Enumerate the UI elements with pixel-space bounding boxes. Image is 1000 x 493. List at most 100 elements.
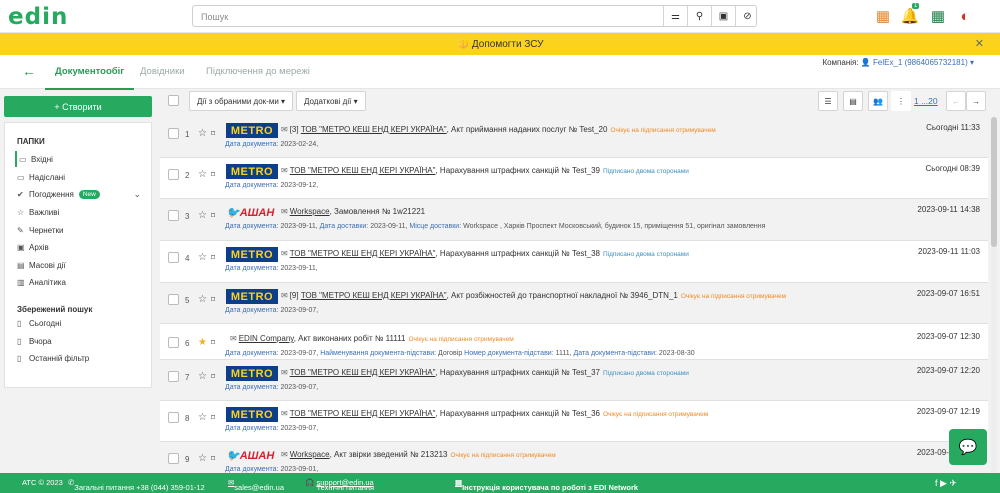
star-icon[interactable]: ★ xyxy=(198,337,207,348)
next-page-icon[interactable]: → xyxy=(966,91,986,111)
star-icon[interactable]: ☆ xyxy=(198,252,207,263)
document-title[interactable]: ✉ ТОВ "МЕТРО КЕШ ЕНД КЕРІ УКРАЇНА", Нарах… xyxy=(281,166,689,175)
apps-grid-icon[interactable]: ▦ xyxy=(928,6,948,26)
bookmark-icon[interactable]: ⌑ xyxy=(211,372,215,381)
bell-icon[interactable]: 🔔 xyxy=(900,6,920,26)
filter-sliders-icon[interactable]: ⚌ xyxy=(663,6,687,26)
document-title[interactable]: ✉ ТОВ "МЕТРО КЕШ ЕНД КЕРІ УКРАЇНА", Нарах… xyxy=(281,409,708,418)
saved-search-heading: Збережений пошук xyxy=(17,305,93,314)
document-title[interactable]: ✉ ТОВ "МЕТРО КЕШ ЕНД КЕРІ УКРАЇНА", Нарах… xyxy=(281,368,689,377)
auchan-logo: 🐦АШАН xyxy=(226,450,275,462)
table-row[interactable]: 6 ★ ⌑ ✉ EDIN Company, Акт виконаних робіт № … xyxy=(160,324,988,360)
save-search-icon[interactable]: ▣ xyxy=(711,6,735,26)
star-icon[interactable]: ☆ xyxy=(198,453,207,464)
chat-button[interactable]: 💬 xyxy=(949,429,987,465)
sidebar-item-archive[interactable]: ▣ Архів xyxy=(17,239,147,255)
row-checkbox[interactable] xyxy=(168,453,179,464)
calendar-icon[interactable]: ▦ xyxy=(873,6,893,26)
extra-actions-dropdown[interactable]: Додаткові дії ▾ xyxy=(296,91,366,111)
star-icon[interactable]: ☆ xyxy=(198,412,207,423)
sales-email[interactable]: ✉ sales@edin.ua xyxy=(228,478,284,492)
search-input[interactable]: Пошук xyxy=(201,12,228,22)
star-icon[interactable]: ☆ xyxy=(198,294,207,305)
scrollbar[interactable] xyxy=(991,117,997,473)
bookmark-icon[interactable]: ⌑ xyxy=(211,211,215,220)
table-row[interactable]: 4 ☆ ⌑ METRO ✉ ТОВ "МЕТРО КЕШ ЕНД КЕРІ УКРАЇНА… xyxy=(160,241,988,283)
sidebar-item-important[interactable]: ☆ Важливі xyxy=(17,204,147,220)
row-checkbox[interactable] xyxy=(168,210,179,221)
star-icon[interactable]: ☆ xyxy=(198,371,207,382)
document-title[interactable]: ✉ [9] ТОВ "МЕТРО КЕШ ЕНД КЕРІ УКРАЇНА", А… xyxy=(281,291,786,300)
table-row[interactable]: 1 ☆ ⌑ METRO ✉ [3] ТОВ "МЕТРО КЕШ ЕНД КЕРІ УКР… xyxy=(160,117,988,158)
bookmark-icon[interactable]: ⌑ xyxy=(211,170,215,179)
table-row[interactable]: 9 ☆ ⌑ 🐦АШАН ✉ Workspace, Акт звірки зведений … xyxy=(160,442,988,473)
more-icon[interactable]: ⋮ xyxy=(891,91,911,111)
tab-documents[interactable]: Документообіг xyxy=(44,66,135,90)
user-avatar-icon[interactable]: ◐ xyxy=(955,6,975,26)
select-all-checkbox[interactable] xyxy=(168,95,179,106)
document-date: Сьогодні 11:33 xyxy=(926,123,980,132)
social-icons[interactable]: f ▶ ✈ xyxy=(935,478,957,489)
sidebar-item-sent[interactable]: ▭ Надіслані xyxy=(17,169,147,185)
saved-today[interactable]: ▯ Сьогодні xyxy=(17,315,147,331)
row-checkbox[interactable] xyxy=(168,169,179,180)
selected-actions-dropdown[interactable]: Дії з обраними док-ми ▾ xyxy=(189,91,294,111)
bookmark-icon[interactable]: ⌑ xyxy=(211,295,215,304)
sidebar-item-inbox[interactable]: ▭ Вхідні xyxy=(15,151,145,167)
tab-network[interactable]: Підключення до мережі xyxy=(206,66,310,77)
saved-yesterday[interactable]: ▯ Вчора xyxy=(17,333,147,349)
sidebar-item-analytics[interactable]: ▥ Аналітика xyxy=(17,274,147,290)
document-title[interactable]: ✉ EDIN Company, Акт виконаних робіт № 111… xyxy=(230,334,514,343)
row-checkbox[interactable] xyxy=(168,294,179,305)
document-title[interactable]: ✉ [3] ТОВ "МЕТРО КЕШ ЕНД КЕРІ УКРАЇНА", А… xyxy=(281,125,716,134)
list-view-icon[interactable]: ☰ xyxy=(818,91,838,111)
document-date: 2023-09-07 16:51 xyxy=(916,289,980,298)
sidebar-item-approval[interactable]: ✔ Погодження New ⌄ xyxy=(17,186,147,202)
row-checkbox[interactable] xyxy=(168,252,179,263)
document-meta: Дата документа: 2023-09-12, xyxy=(225,182,319,189)
document-title[interactable]: ✉ Workspace, Акт звірки зведений № 213213… xyxy=(281,450,556,459)
saved-last-filter[interactable]: ▯ Останній фільтр xyxy=(17,350,147,366)
bookmark-icon[interactable]: ⌑ xyxy=(211,413,215,422)
notification-badge: 1 xyxy=(912,3,920,9)
document-title[interactable]: ✉ ТОВ "МЕТРО КЕШ ЕНД КЕРІ УКРАЇНА", Нарах… xyxy=(281,249,689,258)
table-row[interactable]: 5 ☆ ⌑ METRO ✉ [9] ТОВ "МЕТРО КЕШ ЕНД КЕРІ УКР… xyxy=(160,283,988,324)
row-checkbox[interactable] xyxy=(168,337,179,348)
table-row[interactable]: 3 ☆ ⌑ 🐦АШАН ✉ Workspace, Замовлення № 1w21221… xyxy=(160,199,988,241)
row-checkbox[interactable] xyxy=(168,128,179,139)
star-icon[interactable]: ☆ xyxy=(198,128,207,139)
sidebar-item-bulk[interactable]: ▤ Масові дії xyxy=(17,257,147,273)
support-banner[interactable]: 🔱 Допомогти ЗСУ ✕ xyxy=(0,33,1000,55)
close-icon[interactable]: ✕ xyxy=(975,37,984,50)
document-title[interactable]: ✉ Workspace, Замовлення № 1w21221 xyxy=(281,207,425,216)
table-row[interactable]: 7 ☆ ⌑ METRO ✉ ТОВ "МЕТРО КЕШ ЕНД КЕРІ УКРАЇНА… xyxy=(160,360,988,401)
bookmark-icon[interactable]: ⌑ xyxy=(211,338,215,347)
users-icon[interactable]: 👥 xyxy=(868,91,888,111)
edin-logo[interactable]: edin xyxy=(8,4,68,30)
scrollbar-thumb[interactable] xyxy=(991,117,997,247)
row-checkbox[interactable] xyxy=(168,371,179,382)
bookmark-icon[interactable]: ⌑ xyxy=(211,129,215,138)
company-selector[interactable]: Компанія: 👤 FelEx_1 (9864065732181) ▾ xyxy=(822,58,974,67)
export-icon[interactable]: ▤ xyxy=(843,91,863,111)
search-box[interactable]: Пошук ⚌ ⚲ ▣ ⊘ xyxy=(192,5,757,27)
user-manual-link[interactable]: ▤ Інструкція користувача по роботі з EDI… xyxy=(455,478,638,492)
search-icon[interactable]: ⚲ xyxy=(687,6,711,26)
table-row[interactable]: 8 ☆ ⌑ METRO ✉ ТОВ "МЕТРО КЕШ ЕНД КЕРІ УКРАЇНА… xyxy=(160,401,988,442)
bookmark-icon[interactable]: ⌑ xyxy=(211,454,215,463)
row-checkbox[interactable] xyxy=(168,412,179,423)
sidebar-item-drafts[interactable]: ✎ Чернетки xyxy=(17,222,147,238)
tab-directories[interactable]: Довідники xyxy=(140,66,185,77)
clear-search-icon[interactable]: ⊘ xyxy=(735,6,759,26)
prev-page-icon[interactable]: ← xyxy=(946,91,966,111)
star-icon[interactable]: ☆ xyxy=(198,169,207,180)
company-value[interactable]: 👤 FelEx_1 (9864065732181) ▾ xyxy=(861,58,974,67)
back-arrow-icon[interactable]: ← xyxy=(22,63,36,79)
tech-support[interactable]: 🎧 Технічні питання support@edin.ua xyxy=(305,478,374,492)
bookmark-icon[interactable]: ⌑ xyxy=(211,253,215,262)
row-number: 3 xyxy=(185,212,190,221)
star-icon[interactable]: ☆ xyxy=(198,210,207,221)
create-button[interactable]: + Створити xyxy=(4,96,152,117)
table-row[interactable]: 2 ☆ ⌑ METRO ✉ ТОВ "МЕТРО КЕШ ЕНД КЕРІ УКРАЇНА… xyxy=(160,158,988,199)
pagination-range[interactable]: 1 ...20 xyxy=(914,96,938,106)
